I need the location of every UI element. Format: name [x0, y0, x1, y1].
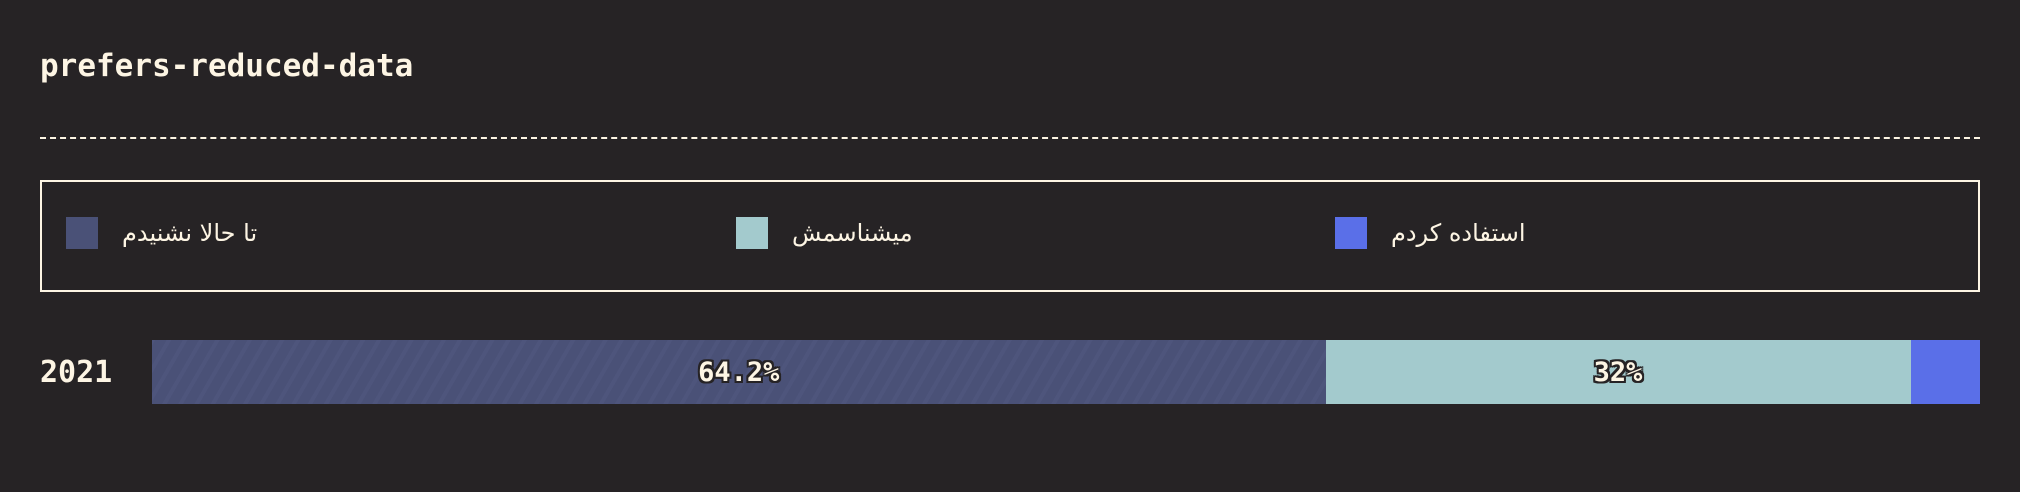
- chart-title: prefers-reduced-data: [40, 48, 414, 84]
- legend-swatch: [1335, 217, 1367, 249]
- legend-item-used-it: استفاده کردم: [1335, 217, 1526, 249]
- legend-label: تا حالا نشنیدم: [122, 219, 258, 247]
- category-label-2021: 2021: [40, 355, 113, 390]
- legend: تا حالا نشنیدم میشناسمش استفاده کردم: [40, 180, 1980, 292]
- bar-data-label: 32%: [1593, 356, 1643, 388]
- bar-data-label: 64.2%: [698, 356, 780, 388]
- dashed-divider: [40, 137, 1980, 139]
- legend-item-never-heard: تا حالا نشنیدم: [66, 217, 257, 249]
- bar-segment-2: [1910, 340, 1980, 404]
- bar-segment-0: 64.2%: [152, 340, 1326, 404]
- legend-item-know-it: میشناسمش: [736, 217, 913, 249]
- legend-swatch: [66, 217, 98, 249]
- legend-label: استفاده کردم: [1391, 219, 1526, 247]
- legend-swatch: [736, 217, 768, 249]
- legend-label: میشناسمش: [792, 219, 913, 247]
- stacked-bar-2021: 64.2% 32%: [152, 340, 1980, 404]
- bar-segment-1: 32%: [1325, 340, 1911, 404]
